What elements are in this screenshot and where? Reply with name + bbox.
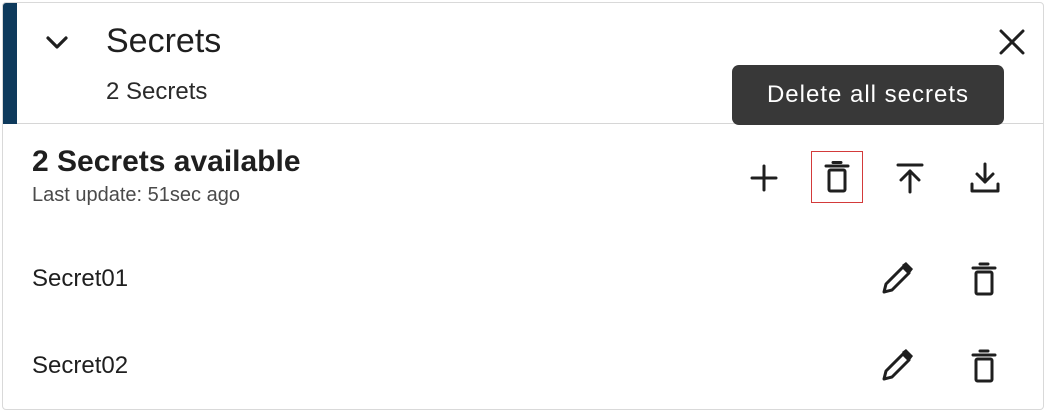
download-secrets-button[interactable]	[961, 154, 1009, 202]
add-secret-button[interactable]	[740, 154, 788, 202]
delete-all-secrets-button[interactable]	[811, 151, 863, 203]
trash-icon	[971, 349, 997, 383]
secrets-count-title: 2 Secrets available	[32, 145, 301, 178]
plus-icon	[750, 164, 778, 192]
accent-bar	[3, 3, 17, 124]
delete-secret-button[interactable]	[960, 342, 1008, 390]
upload-secrets-button[interactable]	[886, 154, 934, 202]
upload-icon	[896, 163, 924, 194]
panel-subtitle: 2 Secrets	[106, 78, 208, 105]
panel-title: Secrets	[106, 22, 222, 60]
edit-secret-button[interactable]	[873, 255, 921, 303]
chevron-down-icon	[46, 36, 68, 49]
delete-secret-button[interactable]	[960, 255, 1008, 303]
secret-name: Secret02	[32, 352, 129, 379]
trash-icon	[824, 161, 850, 193]
edit-secret-button[interactable]	[873, 342, 921, 390]
trash-icon	[971, 262, 997, 296]
secret-name: Secret01	[32, 265, 129, 292]
pencil-icon	[882, 349, 913, 381]
close-icon	[999, 29, 1025, 55]
secret-row: Secret01	[3, 239, 1043, 319]
last-update-text: Last update: 51sec ago	[32, 184, 240, 206]
close-button[interactable]	[993, 23, 1031, 61]
download-icon	[970, 162, 1000, 193]
tooltip-delete-all: Delete all secrets	[732, 65, 1004, 125]
pencil-icon	[882, 262, 913, 294]
collapse-button[interactable]	[39, 25, 75, 61]
secret-row: Secret02	[3, 326, 1043, 406]
secrets-panel: Secrets 2 Secrets Delete all secrets 2 S…	[2, 2, 1044, 410]
